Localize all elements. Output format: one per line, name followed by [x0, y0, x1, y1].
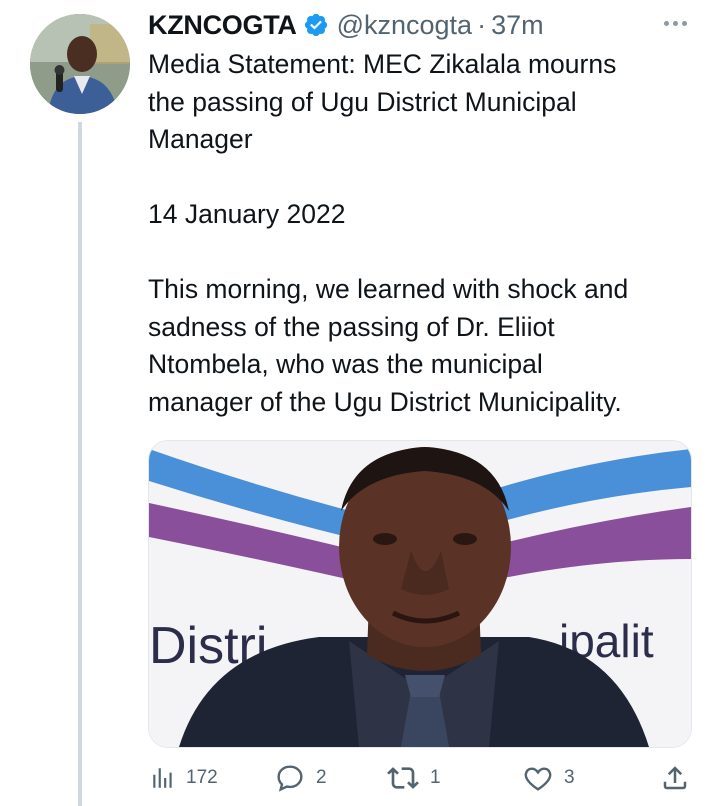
- retweet-action[interactable]: 1: [386, 756, 441, 800]
- tweet-text-line: the passing of Ugu District Municipal: [148, 86, 577, 117]
- tweet-text-line: sadness of the passing of Dr. Eliiot: [148, 311, 555, 342]
- person-avatar-image: [30, 14, 130, 114]
- heart-icon: [524, 767, 552, 791]
- reply-action[interactable]: 2: [274, 756, 327, 800]
- share-icon: [663, 766, 687, 790]
- timestamp[interactable]: 37m: [491, 10, 544, 41]
- handle[interactable]: @kzncogta: [337, 10, 472, 41]
- tweet-text-line: 14 January 2022: [148, 199, 346, 229]
- display-name[interactable]: KZNCOGTA: [148, 10, 297, 41]
- verified-badge-icon: [304, 13, 327, 37]
- retweet-icon: [387, 767, 419, 789]
- retweet-count: 1: [430, 767, 441, 788]
- tweet-actions-bar: 172 2 1 3: [148, 756, 693, 800]
- thread-connector-line: [78, 122, 82, 806]
- separator-dot: ·: [477, 9, 487, 40]
- avatar[interactable]: [30, 14, 130, 114]
- analytics-icon: [153, 768, 172, 788]
- reply-count: 2: [316, 767, 327, 788]
- views-action[interactable]: 172: [150, 756, 218, 800]
- tweet-text-line: Manager: [148, 124, 253, 154]
- share-action[interactable]: [660, 756, 690, 800]
- tweet-text-line: manager of the Ugu District Municipality…: [148, 386, 622, 417]
- tweet-text: Media Statement: MEC Zikalala mourns the…: [148, 46, 708, 421]
- like-action[interactable]: 3: [522, 756, 575, 800]
- tweet-photo[interactable]: Distri ipalit: [148, 440, 692, 748]
- views-count: 172: [186, 767, 218, 788]
- more-options-icon[interactable]: [658, 10, 692, 36]
- tweet-text-line: Ntombela, who was the municipal: [148, 349, 543, 379]
- tweet-text-line: Media Statement: MEC Zikalala mourns: [148, 49, 617, 79]
- like-count: 3: [564, 767, 575, 788]
- tweet-header: KZNCOGTA @kzncogta · 37m: [148, 8, 544, 42]
- portrait-photo: Distri ipalit: [149, 441, 691, 747]
- tweet-text-line: This morning, we learned with shock and: [148, 274, 629, 304]
- reply-icon: [277, 765, 303, 792]
